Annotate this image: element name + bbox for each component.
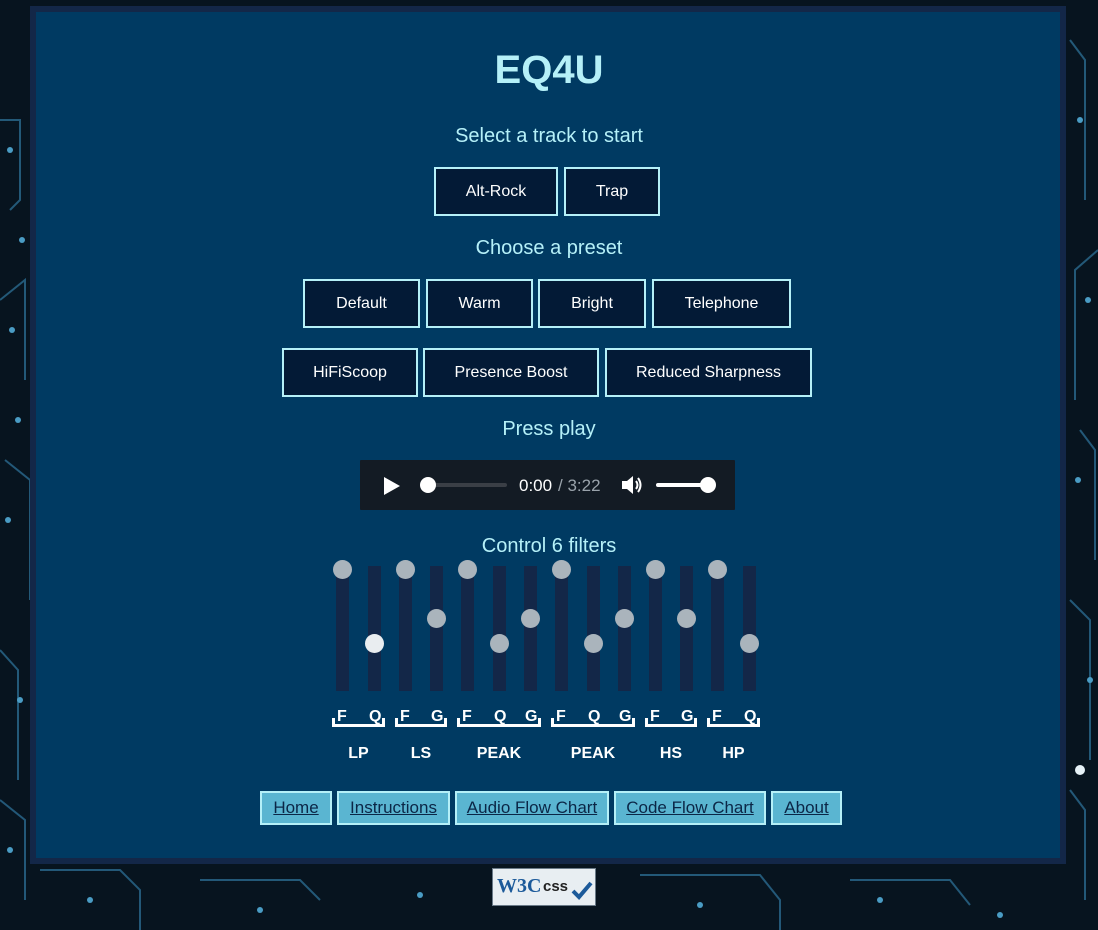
filter-slider-thumb[interactable] xyxy=(552,560,571,579)
filter-group-bracket xyxy=(645,718,697,727)
filter-group-bracket xyxy=(457,718,541,727)
filter-slider-track[interactable] xyxy=(677,566,696,691)
preset-button-warm[interactable]: Warm xyxy=(426,279,533,328)
nav-audio-flow-chart[interactable]: Audio Flow Chart xyxy=(455,791,609,825)
filter-slider-thumb[interactable] xyxy=(521,609,540,628)
filter-slider-thumb[interactable] xyxy=(708,560,727,579)
filter-slider-track[interactable] xyxy=(333,560,352,691)
filter-sliders xyxy=(300,560,759,691)
filter-slider-thumb[interactable] xyxy=(615,609,634,628)
current-time: 0:00 xyxy=(519,476,553,495)
filter-slider-thumb[interactable] xyxy=(396,560,415,579)
preset-button-bright[interactable]: Bright xyxy=(538,279,646,328)
filter-group-label: HP xyxy=(722,745,745,762)
filter-group-label: HS xyxy=(659,745,683,762)
volume-slider[interactable] xyxy=(656,477,716,493)
page-title: EQ4U xyxy=(494,48,604,92)
filter-slider-thumb[interactable] xyxy=(458,560,477,579)
filter-slider-thumb[interactable] xyxy=(365,634,384,653)
filter-group-bracket xyxy=(707,718,760,727)
play-heading: Press play xyxy=(502,418,596,440)
volume-thumb[interactable] xyxy=(700,477,716,493)
filter-group-label: PEAK xyxy=(476,745,522,762)
filter-slider-thumb[interactable] xyxy=(427,609,446,628)
filter-group-bracket xyxy=(395,718,447,727)
filter-labels: F Q F G F Q G F Q G F G F Q LP LS PEAK PEAK HS HP xyxy=(300,708,760,762)
nav-home[interactable]: Home xyxy=(260,791,332,825)
filter-slider-thumb[interactable] xyxy=(490,634,509,653)
filters-heading: Control 6 filters xyxy=(481,535,617,557)
preset-button-presence-boost[interactable]: Presence Boost xyxy=(423,348,599,397)
audio-player: 0:00 / 3:22 xyxy=(360,460,735,510)
filter-group-bracket xyxy=(332,718,385,727)
filter-slider-track[interactable] xyxy=(521,566,540,691)
preset-button-reduced-sharpness[interactable]: Reduced Sharpness xyxy=(605,348,812,397)
filter-slider-thumb[interactable] xyxy=(646,560,665,579)
nav-about[interactable]: About xyxy=(771,791,842,825)
progress-thumb[interactable] xyxy=(420,477,436,493)
nav-instructions[interactable]: Instructions xyxy=(337,791,450,825)
play-icon[interactable] xyxy=(380,475,402,497)
filter-slider-track[interactable] xyxy=(740,566,759,691)
css-label: css xyxy=(543,878,569,895)
filter-slider-track[interactable] xyxy=(646,560,665,691)
preset-button-telephone[interactable]: Telephone xyxy=(652,279,791,328)
preset-button-default[interactable]: Default xyxy=(303,279,420,328)
filter-slider-track[interactable] xyxy=(427,566,446,691)
filter-group-bracket xyxy=(551,718,635,727)
w3c-css-badge[interactable]: W3C css xyxy=(492,868,596,906)
filter-group-label: LP xyxy=(348,745,369,762)
track-button-trap[interactable]: Trap xyxy=(564,167,660,216)
volume-icon[interactable] xyxy=(620,474,644,496)
filter-slider-track[interactable] xyxy=(365,566,384,691)
nav-code-flow-chart[interactable]: Code Flow Chart xyxy=(614,791,766,825)
track-heading: Select a track to start xyxy=(455,125,643,147)
preset-heading: Choose a preset xyxy=(475,237,623,259)
filter-slider-track[interactable] xyxy=(490,566,509,691)
track-button-alt-rock[interactable]: Alt-Rock xyxy=(434,167,558,216)
filter-slider-thumb[interactable] xyxy=(333,560,352,579)
filter-group-label: LS xyxy=(410,745,432,762)
filter-slider-track[interactable] xyxy=(458,560,477,691)
filter-slider-thumb[interactable] xyxy=(584,634,603,653)
filter-slider-thumb[interactable] xyxy=(740,634,759,653)
preset-button-hifiscoop[interactable]: HiFiScoop xyxy=(282,348,418,397)
checkmark-icon xyxy=(571,881,593,900)
duration: / 3:22 xyxy=(558,476,601,495)
filter-group-label: PEAK xyxy=(570,745,616,762)
filter-slider-track[interactable] xyxy=(615,566,634,691)
progress-slider[interactable] xyxy=(420,477,507,493)
filter-slider-track[interactable] xyxy=(708,560,727,691)
filter-slider-thumb[interactable] xyxy=(677,609,696,628)
filter-slider-track[interactable] xyxy=(396,560,415,691)
filter-slider-track[interactable] xyxy=(584,566,603,691)
filter-slider-track[interactable] xyxy=(552,560,571,691)
w3c-logo: W3C xyxy=(497,875,542,897)
